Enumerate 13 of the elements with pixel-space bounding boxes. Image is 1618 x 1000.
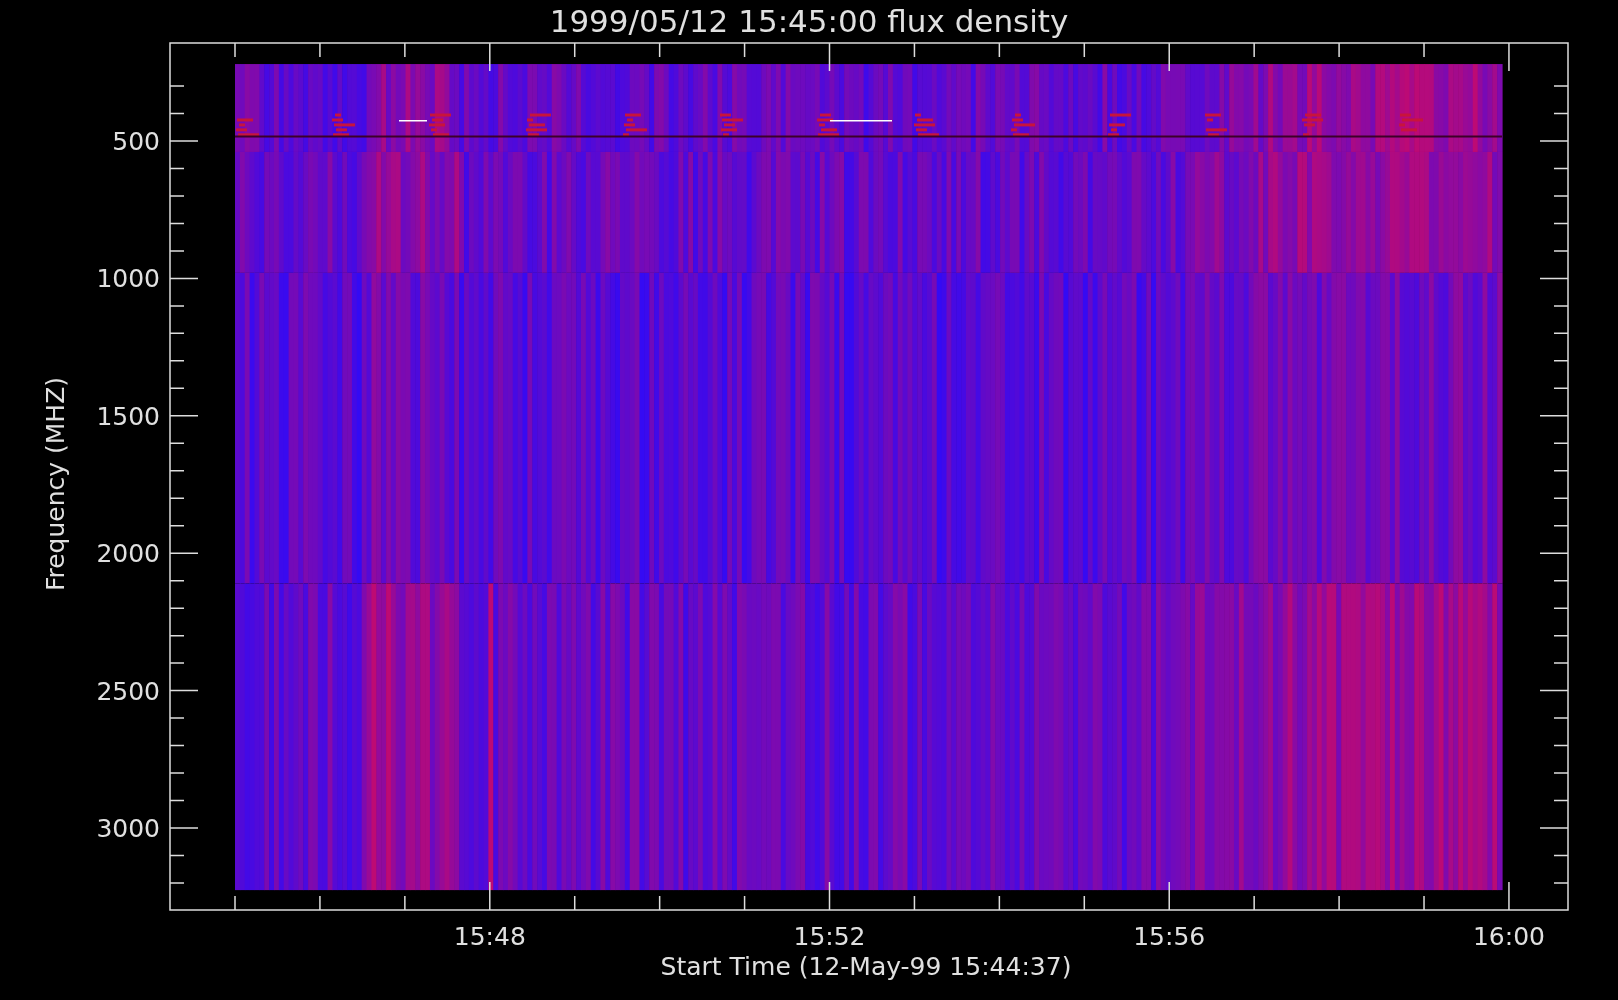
x-axis-label: Start Time (12-May-99 15:44:37) xyxy=(660,952,1072,981)
x-tick-label: 15:48 xyxy=(453,922,526,951)
x-tick-label: 16:00 xyxy=(1472,922,1545,951)
y-tick-label: 3000 xyxy=(96,814,160,843)
y-tick-label: 2000 xyxy=(96,539,160,569)
y-axis-label: Frequency (MHZ) xyxy=(41,376,70,592)
y-tick-label: 1500 xyxy=(96,401,160,431)
y-tick-label: 1000 xyxy=(96,264,160,294)
x-tick-label: 15:52 xyxy=(793,922,866,951)
x-tick-label: 15:56 xyxy=(1133,922,1206,951)
y-tick-label: 2500 xyxy=(96,676,160,706)
plot-title: 1999/05/12 15:45:00 flux density xyxy=(549,3,1069,39)
y-tick-label: 500 xyxy=(112,127,160,156)
